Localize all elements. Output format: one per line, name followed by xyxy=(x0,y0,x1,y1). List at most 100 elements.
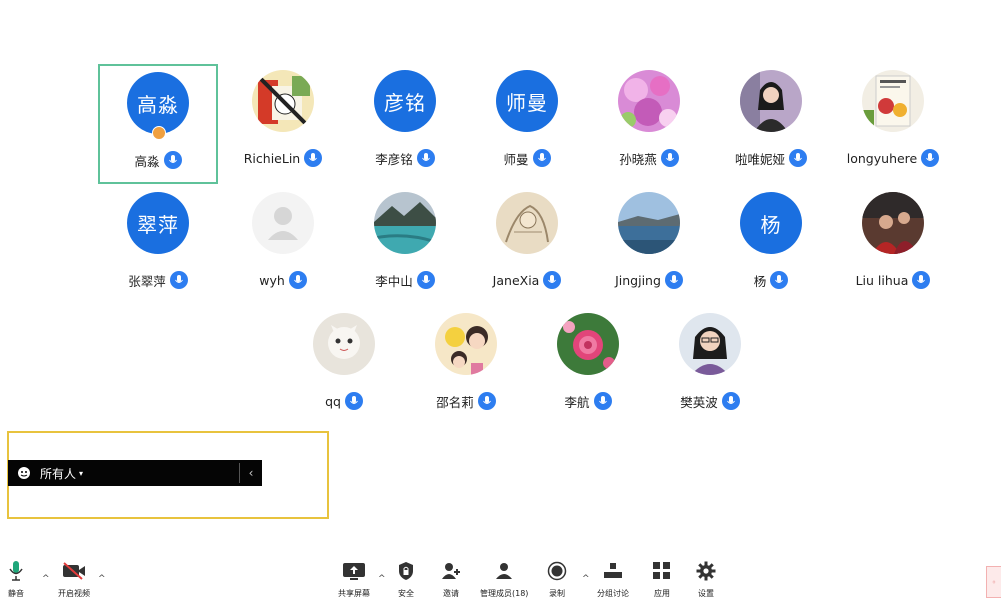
avatar-initials: 彦铭 xyxy=(384,90,426,115)
avatar xyxy=(313,313,375,375)
apps-grid-icon xyxy=(652,558,672,584)
participant-tile[interactable]: 翠萍 张翠萍 xyxy=(98,186,218,306)
participant-tile[interactable]: 师曼 师曼 xyxy=(467,64,587,184)
participant-name: 邵名莉 xyxy=(436,394,474,410)
microphone-icon xyxy=(344,392,363,410)
chevron-up-icon[interactable]: ^ xyxy=(378,574,386,584)
participant-tile[interactable]: longyuhere xyxy=(833,64,953,184)
security-label: 安全 xyxy=(398,589,414,598)
participant-name: Jingjing xyxy=(615,272,661,288)
breakout-icon xyxy=(603,558,623,584)
participant-name: longyuhere xyxy=(846,150,918,166)
chat-recipient-select[interactable]: 所有人 ▾ xyxy=(40,465,83,482)
participant-tile[interactable]: 樊英波 xyxy=(650,307,770,427)
avatar: 杨 xyxy=(740,192,802,254)
participant-tile[interactable]: 李中山 xyxy=(345,186,465,306)
participant-tile[interactable]: 啦唯妮娅 xyxy=(711,64,831,184)
microphone-icon xyxy=(416,271,435,289)
participant-name: 孙晓燕 xyxy=(619,151,657,167)
side-panel-tab[interactable]: ◦ xyxy=(986,566,1001,598)
breakout-rooms-button[interactable]: 分组讨论 xyxy=(597,558,629,599)
avatar xyxy=(618,70,680,132)
record-button[interactable]: 录制 xyxy=(547,558,567,599)
microphone-icon xyxy=(532,149,551,167)
avatar xyxy=(252,70,314,132)
avatar xyxy=(557,313,619,375)
participant-tile[interactable]: 邵名莉 xyxy=(406,307,526,427)
record-label: 录制 xyxy=(549,589,565,598)
microphone-icon xyxy=(9,558,23,584)
avatar xyxy=(862,70,924,132)
participant-tile[interactable]: Jingjing xyxy=(589,186,709,306)
start-video-label: 开启视频 xyxy=(58,589,90,598)
avatar xyxy=(374,192,436,254)
participant-name: 张翠萍 xyxy=(128,273,166,289)
avatar: 师曼 xyxy=(496,70,558,132)
microphone-icon xyxy=(664,271,683,289)
settings-button[interactable]: 设置 xyxy=(696,558,716,599)
emoji-icon[interactable] xyxy=(8,466,40,480)
microphone-icon xyxy=(169,271,188,289)
chevron-up-icon[interactable]: ^ xyxy=(42,574,50,584)
microphone-icon xyxy=(593,392,612,410)
participant-name: wyh xyxy=(259,272,285,288)
avatar-initials: 杨 xyxy=(760,212,782,237)
meeting-toolbar: 静音 ^ 开启视频 ^ 共享屏幕 ^ 安全 邀请 管理成员(18) 录制 ^ 分… xyxy=(0,558,1001,608)
microphone-icon xyxy=(770,271,789,289)
avatar-initials: 高淼 xyxy=(137,92,179,117)
avatar-initials: 师曼 xyxy=(506,90,548,115)
share-screen-button[interactable]: 共享屏幕 xyxy=(338,558,370,599)
microphone-icon xyxy=(660,149,679,167)
participant-name: JaneXia xyxy=(492,272,540,288)
participant-tile[interactable]: wyh xyxy=(223,186,343,306)
participant-tile[interactable]: RichieLin xyxy=(223,64,343,184)
share-screen-label: 共享屏幕 xyxy=(338,589,370,598)
avatar xyxy=(618,192,680,254)
participant-name: 李航 xyxy=(564,394,590,410)
participant-tile[interactable]: 孙晓燕 xyxy=(589,64,709,184)
microphone-icon xyxy=(789,149,807,167)
avatar xyxy=(740,70,802,132)
security-button[interactable]: 安全 xyxy=(398,558,414,599)
microphone-icon xyxy=(721,392,740,410)
microphone-icon xyxy=(288,271,307,289)
microphone-icon xyxy=(416,149,435,167)
manage-members-button[interactable]: 管理成员(18) xyxy=(480,558,528,599)
settings-label: 设置 xyxy=(698,589,714,598)
participant-tile[interactable]: 高淼 高淼 xyxy=(98,64,218,184)
microphone-icon xyxy=(304,149,323,167)
participant-tile[interactable]: qq xyxy=(284,307,404,427)
participant-name: 樊英波 xyxy=(680,394,718,410)
participant-name: 李彦铭 xyxy=(375,151,413,167)
record-icon xyxy=(547,558,567,584)
participant-name: 啦唯妮娅 xyxy=(734,151,785,167)
chevron-up-icon[interactable]: ^ xyxy=(98,574,106,584)
chevron-up-icon[interactable]: ^ xyxy=(582,574,590,584)
apps-button[interactable]: 应用 xyxy=(652,558,672,599)
gear-icon xyxy=(696,558,716,584)
avatar xyxy=(496,192,558,254)
chat-bar[interactable]: 所有人 ▾ ‹ xyxy=(8,460,262,486)
start-video-button[interactable]: 开启视频 xyxy=(58,558,90,599)
avatar: 翠萍 xyxy=(127,192,189,254)
members-icon xyxy=(493,558,515,584)
invite-button[interactable]: 邀请 xyxy=(441,558,461,599)
mute-label: 静音 xyxy=(8,589,24,598)
participant-tile[interactable]: 杨 杨 xyxy=(711,186,831,306)
participant-name: RichieLin xyxy=(243,150,301,166)
participant-tile[interactable]: 彦铭 李彦铭 xyxy=(345,64,465,184)
avatar xyxy=(435,313,497,375)
participant-name: 高淼 xyxy=(134,153,160,169)
mute-button[interactable]: 静音 xyxy=(8,558,24,599)
participant-tile[interactable]: Liu lihua xyxy=(833,186,953,306)
collapse-chevron-icon[interactable]: ‹ xyxy=(240,466,262,480)
microphone-icon xyxy=(543,271,562,289)
apps-label: 应用 xyxy=(654,589,670,598)
participant-name: 师曼 xyxy=(503,151,529,167)
share-screen-icon xyxy=(342,558,366,584)
participant-tile[interactable]: JaneXia xyxy=(467,186,587,306)
participant-name: Liu lihua xyxy=(855,272,909,288)
participant-tile[interactable]: 李航 xyxy=(528,307,648,427)
dropdown-caret-icon: ▾ xyxy=(79,468,84,478)
video-off-icon xyxy=(62,558,86,584)
